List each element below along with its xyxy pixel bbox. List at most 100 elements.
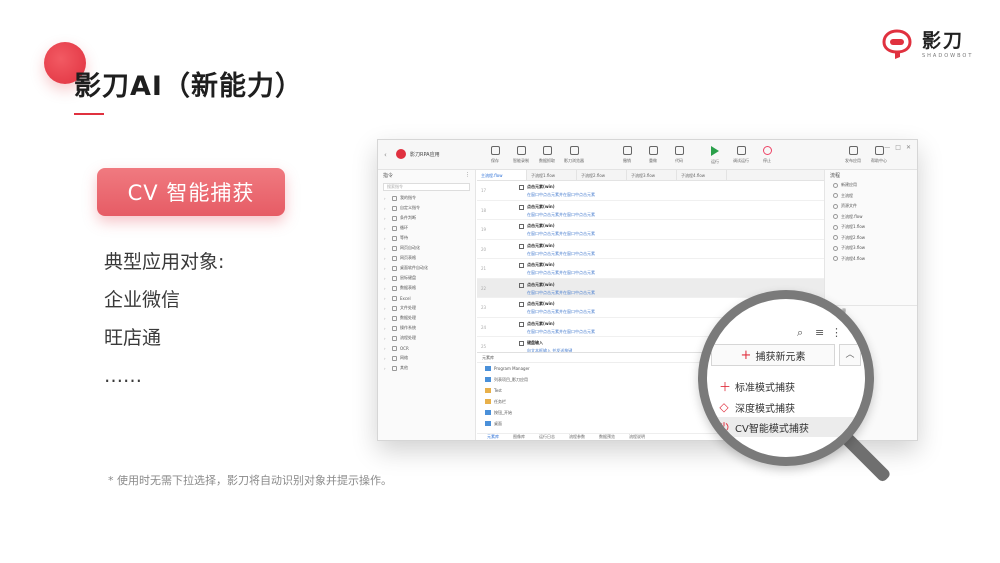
toolbar-publish-button[interactable]: 发布应用 (844, 146, 862, 164)
command-category[interactable]: › 鼠标键盘 (378, 273, 475, 283)
minimize-icon[interactable]: — (884, 144, 890, 151)
toolbar-label: 撤销 (623, 158, 631, 163)
chevron-up-icon[interactable]: ︿ (839, 344, 861, 366)
category-icon (392, 245, 397, 251)
category-icon (392, 255, 397, 261)
back-icon[interactable]: ‹ (384, 151, 387, 159)
more-icon[interactable]: ⋮ (831, 326, 842, 339)
capture-mode-deep[interactable]: ◇ 深度模式捕获 (719, 397, 795, 417)
capture-mode-standard[interactable]: ＋ 标准模式捕获 (719, 376, 795, 396)
flow-tab[interactable]: 子流程1.flow (527, 170, 577, 180)
step-icon (519, 321, 524, 327)
flow-step-row[interactable]: 21 点击元素(win) 在窗口中点击元素并在窗口中点击元素 (477, 259, 824, 279)
command-panel: 指令 ⋮ 搜索指令 › 我的指令 › 自定义指令 › 条件判断 › 循环 › 等待 › 网页自动化 › 网… (378, 170, 476, 440)
command-category[interactable]: › 桌面软件自动化 (378, 263, 475, 273)
bottom-tab[interactable]: 流程参数 (569, 434, 585, 440)
toolbar-label: 智能录制 (513, 158, 529, 163)
bottom-tab[interactable]: 图像库 (513, 434, 525, 440)
step-title: 点击元素(win) (527, 203, 555, 209)
command-category-label: 网络 (400, 355, 408, 360)
command-category[interactable]: › 操作系统 (378, 323, 475, 333)
line-number: 17 (481, 188, 487, 193)
capture-mode-cv[interactable]: ⏻ CV智能模式捕获 (707, 417, 865, 437)
toolbar-code-button[interactable]: 代码 (670, 146, 688, 164)
browser-icon (569, 146, 579, 155)
window-icon (485, 421, 491, 426)
command-category[interactable]: › 等待 (378, 233, 475, 243)
line-number: 18 (481, 207, 487, 213)
command-category[interactable]: › 网页自动化 (378, 243, 475, 253)
process-tree-label: 子流程1.flow (841, 224, 866, 230)
toolbar-browser-button[interactable]: 影刀浏览器 (564, 146, 584, 164)
maximize-icon[interactable]: □ (895, 144, 901, 151)
command-category[interactable]: › 流程处理 (378, 333, 475, 343)
command-category[interactable]: › 我的指令 (378, 193, 475, 203)
close-icon[interactable]: ✕ (906, 144, 911, 151)
flow-tab[interactable]: 子流程2.flow (577, 170, 627, 180)
process-tree-item[interactable]: 子流程4.flow (825, 254, 917, 265)
process-tree-item[interactable]: 主流程.flow (825, 212, 917, 223)
sort-icon[interactable]: ≡ (815, 326, 824, 339)
command-category[interactable]: › OCR (378, 343, 475, 353)
command-category[interactable]: › 数据处理 (378, 313, 475, 323)
chevron-right-icon: › (384, 325, 386, 331)
magnifier-lens: ⌕ ≡ ⋮ + 捕获新元素 ︿ ＋ 标准模式捕获 ◇ 深度模式捕获 ⏻ CV智能… (698, 290, 874, 466)
command-search-input[interactable]: 搜索指令 (383, 183, 470, 191)
flow-tab[interactable]: 子流程4.flow (677, 170, 727, 180)
flow-step-row[interactable]: 19 点击元素(win) 在窗口中点击元素并在窗口中点击元素 (477, 220, 824, 240)
command-category[interactable]: › 网络 (378, 353, 475, 363)
plus-icon: ＋ (719, 379, 732, 394)
command-category[interactable]: › 文件处理 (378, 303, 475, 313)
toolbar-run-button[interactable]: 运行 (706, 146, 724, 165)
slide-title: 影刀AI（新能力） (74, 71, 303, 102)
command-category[interactable]: › 数据表格 (378, 283, 475, 293)
command-category[interactable]: › Excel (378, 293, 475, 303)
command-category[interactable]: › 网页表格 (378, 253, 475, 263)
element-tree-label: 按钮_开始 (494, 409, 512, 415)
bottom-tab[interactable]: 流程说明 (629, 434, 645, 440)
bottom-tab[interactable]: 运行日志 (539, 434, 555, 440)
toolbar-save-button[interactable]: 保存 (486, 146, 504, 164)
command-category-label: 文件处理 (400, 305, 416, 310)
flow-step-row[interactable]: 20 点击元素(win) 在窗口中点击元素并在窗口中点击元素 (477, 240, 824, 259)
toolbar-grab-button[interactable]: 数据抓取 (538, 146, 556, 164)
process-tree-item[interactable]: 子流程3.flow (825, 243, 917, 254)
command-category[interactable]: › 循环 (378, 223, 475, 233)
app-toolbar: ‹ 影刀RPA应用 保存 智能录制 数据抓取 影刀浏览器 撤销 重做 代码 运行… (378, 140, 917, 170)
capture-new-element-button[interactable]: + 捕获新元素 (711, 344, 835, 366)
bottom-tab[interactable]: 元素库 (487, 434, 499, 440)
toolbar-debug-button[interactable]: 调试运行 (732, 146, 750, 165)
toolbar-undo-button[interactable]: 撤销 (618, 146, 636, 164)
process-tree-item[interactable]: 资源文件 (825, 201, 917, 212)
toolbar-stop-button[interactable]: 停止 (758, 146, 776, 165)
bottom-tab[interactable]: 数据预览 (599, 434, 615, 440)
flow-step-row[interactable]: 18 点击元素(win) 在窗口中点击元素并在窗口中点击元素 (477, 201, 824, 220)
toolbar-group-run: 运行 调试运行 停止 (706, 146, 776, 165)
process-tree-item[interactable]: 新建应用 (825, 180, 917, 191)
category-icon (392, 355, 397, 361)
process-tree-item[interactable]: 主流程 (825, 191, 917, 202)
process-tree-item[interactable]: 子流程2.flow (825, 233, 917, 244)
step-description: 在窗口中点击元素并在窗口中点击元素 (527, 250, 595, 256)
process-tree-item[interactable]: 子流程1.flow (825, 222, 917, 233)
command-category[interactable]: › 自定义指令 (378, 203, 475, 213)
flow-tab[interactable]: 主流程.flow (477, 170, 527, 180)
toolbar-group-file: 保存 智能录制 数据抓取 影刀浏览器 (486, 146, 584, 164)
command-category-label: 数据表格 (400, 285, 416, 290)
command-panel-header: 指令 ⋮ (378, 170, 475, 181)
flow-tab[interactable]: 子流程3.flow (627, 170, 677, 180)
search-icon[interactable]: ⌕ (797, 326, 803, 340)
project-title[interactable]: 影刀RPA应用 (396, 149, 440, 159)
command-category-label: 流程处理 (400, 335, 416, 340)
panel-menu-icon[interactable]: ⋮ (465, 172, 470, 179)
toolbar-record-button[interactable]: 智能录制 (512, 146, 530, 164)
toolbar-redo-button[interactable]: 重做 (644, 146, 662, 164)
plus-icon: + (740, 347, 752, 363)
toolbar-label: 发布应用 (845, 158, 861, 163)
command-category[interactable]: › 其他 (378, 363, 475, 373)
target-apps-heading: 典型应用对象: (104, 251, 225, 273)
target-app-item: …… (104, 365, 142, 387)
step-icon (519, 204, 524, 210)
flow-step-row[interactable]: 17 点击元素(win) 在窗口中点击元素并在窗口中点击元素 (477, 181, 824, 201)
command-category[interactable]: › 条件判断 (378, 213, 475, 223)
